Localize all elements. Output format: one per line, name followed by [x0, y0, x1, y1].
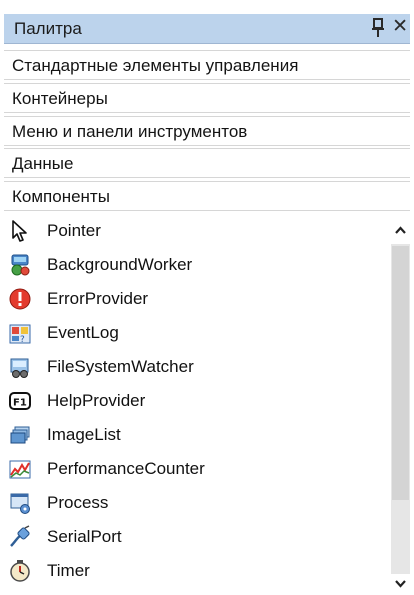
list-item-eventlog[interactable]: ? EventLog: [4, 316, 389, 350]
vertical-scrollbar[interactable]: [389, 214, 410, 595]
palette-panel: Палитра ✕ Стандартные элементы управлени…: [0, 0, 414, 595]
category-menus-toolbars[interactable]: Меню и панели инструментов: [4, 116, 410, 146]
category-label: Контейнеры: [12, 89, 108, 108]
image-list-icon: [10, 426, 30, 444]
category-label: Данные: [12, 154, 74, 173]
file-system-watcher-icon: [10, 358, 29, 378]
list-item-timer[interactable]: Timer: [4, 554, 389, 588]
palette-titlebar: Палитра ✕: [4, 14, 410, 44]
category-label: Меню и панели инструментов: [12, 122, 248, 141]
help-provider-icon: F1: [9, 392, 31, 410]
svg-text:F1: F1: [13, 398, 27, 409]
category-label: Стандартные элементы управления: [12, 56, 299, 75]
category-containers[interactable]: Контейнеры: [4, 83, 410, 113]
list-item-label: ImageList: [47, 425, 121, 444]
list-item-helpprovider[interactable]: F1 HelpProvider: [4, 384, 389, 418]
list-item-label: HelpProvider: [47, 391, 146, 410]
list-item-pointer[interactable]: Pointer: [4, 214, 389, 248]
list-item-label: SerialPort: [47, 527, 122, 546]
component-list: Pointer BackgroundWorker ErrorProvider ?…: [4, 214, 389, 595]
list-item-label: Pointer: [47, 221, 101, 240]
list-item-label: EventLog: [47, 323, 119, 342]
scrollbar-thumb[interactable]: [392, 246, 409, 500]
timer-icon: [10, 560, 30, 582]
list-item-label: Process: [47, 493, 109, 512]
palette-title: Палитра: [14, 19, 82, 38]
serial-port-icon: [10, 525, 30, 547]
performance-counter-icon: [9, 460, 31, 479]
list-item-backgroundworker[interactable]: BackgroundWorker: [4, 248, 389, 282]
category-data[interactable]: Данные: [4, 148, 410, 178]
error-provider-icon: [9, 288, 31, 310]
event-log-icon: ?: [9, 324, 31, 345]
pointer-icon: [12, 220, 27, 242]
list-item-label: PerformanceCounter: [47, 459, 205, 478]
list-item-process[interactable]: Process: [4, 486, 389, 520]
list-item-errorprovider[interactable]: ErrorProvider: [4, 282, 389, 316]
list-item-label: FileSystemWatcher: [47, 357, 194, 376]
pin-icon[interactable]: [370, 17, 386, 39]
list-item-label: BackgroundWorker: [47, 255, 193, 274]
list-item-serialport[interactable]: SerialPort: [4, 520, 389, 554]
category-standard-controls[interactable]: Стандартные элементы управления: [4, 50, 410, 80]
process-icon: [10, 493, 30, 514]
chevron-up-icon[interactable]: [391, 220, 410, 242]
chevron-down-icon[interactable]: [391, 572, 410, 594]
list-item-label: ErrorProvider: [47, 289, 149, 308]
close-icon[interactable]: ✕: [392, 16, 408, 38]
background-worker-icon: [11, 254, 30, 276]
list-item-imagelist[interactable]: ImageList: [4, 418, 389, 452]
category-label: Компоненты: [12, 187, 110, 206]
list-item-label: Timer: [47, 561, 90, 580]
category-components[interactable]: Компоненты: [4, 181, 410, 211]
list-item-filesystemwatcher[interactable]: FileSystemWatcher: [4, 350, 389, 384]
svg-text:?: ?: [20, 335, 25, 345]
list-item-performancecounter[interactable]: PerformanceCounter: [4, 452, 389, 486]
